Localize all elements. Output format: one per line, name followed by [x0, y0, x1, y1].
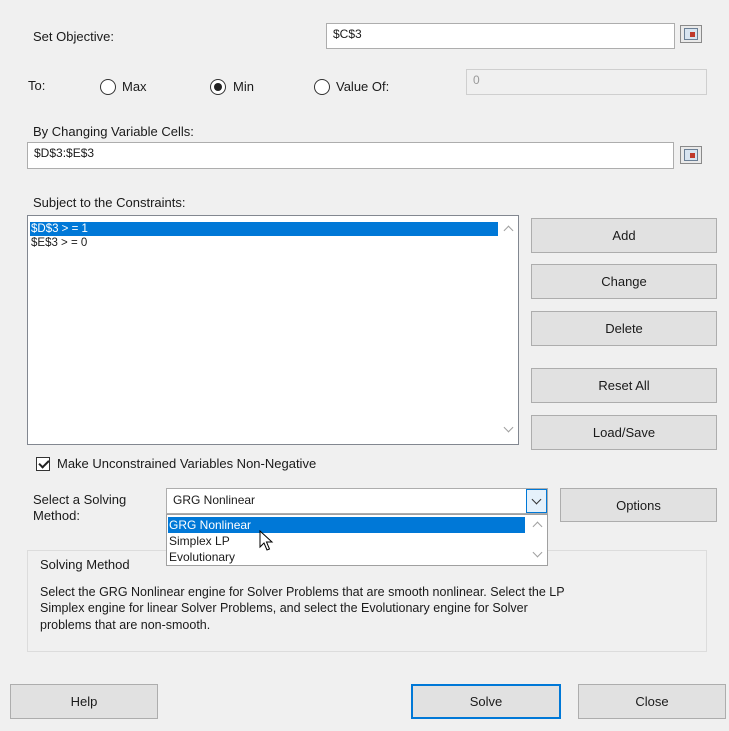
non-negative-label[interactable]: Make Unconstrained Variables Non-Negativ… [57, 456, 316, 471]
chevron-down-icon [531, 494, 542, 505]
value-of-input[interactable]: 0 [466, 69, 707, 95]
solving-method-description-line: Simplex engine for linear Solver Problem… [40, 601, 528, 615]
solving-method-description-line: Select the GRG Nonlinear engine for Solv… [40, 585, 565, 599]
dropdown-scrollbar[interactable] [529, 516, 546, 564]
range-select-icon [684, 149, 698, 161]
reset-all-button-label: Reset All [598, 378, 650, 393]
add-button[interactable]: Add [531, 218, 717, 253]
radio-max-label[interactable]: Max [122, 79, 147, 94]
close-button-label: Close [635, 694, 669, 709]
set-objective-input[interactable]: $C$3 [326, 23, 675, 49]
changing-cells-label: By Changing Variable Cells: [33, 124, 194, 139]
change-button-label: Change [601, 274, 647, 289]
radio-min-label[interactable]: Min [233, 79, 254, 94]
solving-method-label-line2: Method: [33, 508, 80, 523]
solving-method-group-title: Solving Method [38, 557, 132, 572]
radio-value-of[interactable] [314, 79, 330, 95]
help-button[interactable]: Help [10, 684, 158, 719]
constraint-item[interactable]: $E$3 > = 0 [30, 236, 498, 250]
constraints-scrollbar[interactable] [500, 217, 517, 443]
chevron-up-icon [503, 225, 514, 236]
delete-button[interactable]: Delete [531, 311, 717, 346]
solving-method-label-line1: Select a Solving [33, 492, 127, 507]
mouse-cursor-icon [259, 530, 274, 551]
dropdown-option[interactable]: Simplex LP [168, 533, 525, 549]
load-save-button-label: Load/Save [592, 425, 656, 440]
constraints-list[interactable]: $D$3 > = 1 $E$3 > = 0 [27, 215, 519, 445]
set-objective-label: Set Objective: [33, 29, 114, 44]
solving-method-description-line: problems that are non-smooth. [40, 618, 211, 632]
dropdown-option[interactable]: Evolutionary [168, 549, 525, 565]
constraints-label: Subject to the Constraints: [33, 195, 186, 210]
collapse-dialog-objective-button[interactable] [680, 25, 702, 43]
solving-method-selected-value: GRG Nonlinear [173, 493, 256, 507]
chevron-down-icon [532, 547, 543, 558]
add-button-label: Add [612, 228, 636, 243]
radio-max[interactable] [100, 79, 116, 95]
solve-button-label: Solve [469, 694, 503, 709]
chevron-down-icon [503, 422, 514, 433]
options-button-label: Options [616, 497, 661, 513]
solving-method-dropdown-button[interactable] [526, 489, 547, 513]
dropdown-option[interactable]: GRG Nonlinear [168, 517, 525, 533]
radio-min[interactable] [210, 79, 226, 95]
solving-method-select[interactable]: GRG Nonlinear [166, 488, 548, 514]
collapse-dialog-changing-cells-button[interactable] [680, 146, 702, 164]
load-save-button[interactable]: Load/Save [531, 415, 717, 450]
solving-method-dropdown-list[interactable]: GRG Nonlinear Simplex LP Evolutionary [166, 514, 548, 566]
constraint-item[interactable]: $D$3 > = 1 [30, 222, 498, 236]
chevron-up-icon [532, 521, 543, 532]
solve-button[interactable]: Solve [411, 684, 561, 719]
help-button-label: Help [70, 694, 98, 709]
radio-value-of-label[interactable]: Value Of: [336, 79, 389, 94]
delete-button-label: Delete [605, 321, 643, 336]
close-button[interactable]: Close [578, 684, 726, 719]
non-negative-checkbox[interactable] [36, 457, 50, 471]
change-button[interactable]: Change [531, 264, 717, 299]
to-label: To: [28, 78, 46, 93]
range-select-icon [684, 28, 698, 40]
changing-cells-input[interactable]: $D$3:$E$3 [27, 142, 674, 169]
reset-all-button[interactable]: Reset All [531, 368, 717, 403]
options-button[interactable]: Options [560, 488, 717, 522]
